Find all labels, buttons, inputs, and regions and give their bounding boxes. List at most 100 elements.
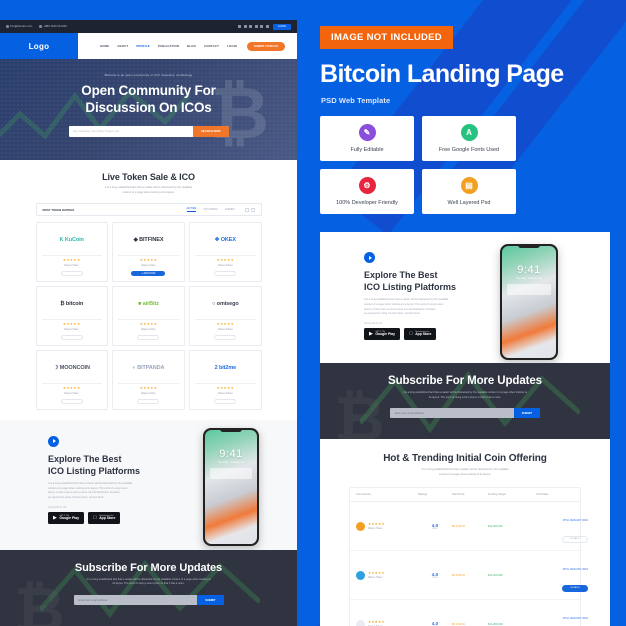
promo-app-store-badge[interactable]:  Download on theApp Store <box>403 327 437 340</box>
logo-text: Logo <box>28 41 50 51</box>
token-logo: K KuCoin <box>59 237 84 244</box>
grid-view-icon[interactable] <box>244 207 249 212</box>
promo-subscribe-title: Subscribe For More Updates <box>388 375 542 387</box>
trending-table: Coin Names Ratings Start Price Funding Targ… <box>349 487 588 626</box>
google-play-badge[interactable]: ▶ GET IT ON Google Play <box>48 511 84 524</box>
hero-search-bar[interactable]: Eg. Investing, Internship, Project, etc.… <box>68 125 229 137</box>
token-action-button[interactable] <box>214 398 237 404</box>
token-action-button[interactable] <box>60 398 83 404</box>
filter-upcoming[interactable]: UPCOMING <box>203 208 218 211</box>
ico-date: 15TH JANUARY 2019 <box>562 568 588 572</box>
filter-label: MOST TOKEN RATINGS <box>42 207 75 212</box>
token-stars: ★★★★★ <box>62 386 81 391</box>
subscribe-title: Subscribe For More Updates <box>74 561 223 574</box>
instagram-icon[interactable] <box>260 25 264 28</box>
promo-phone-notch <box>518 244 540 248</box>
apple-icon:  <box>93 515 97 521</box>
token-action-button[interactable] <box>214 334 237 340</box>
token-card-grid: K KuCoin ★★★★★ Rapus Token ◆ BITFINEX ★★★★★ R… <box>35 222 262 410</box>
coin-name: Rapus Token <box>368 575 383 579</box>
submit-ico-button[interactable]: SUBMIT YOUR ICO <box>246 41 286 51</box>
promo-play-icon[interactable] <box>364 252 375 263</box>
subscribe-email-input[interactable]: Enter your email address <box>73 595 198 605</box>
promo-phone-date: Tuesday, January 30 <box>516 277 542 280</box>
nav-item-about[interactable]: ABOUT <box>117 44 128 48</box>
promo-subscribe-desc: It is a long established fact that a rea… <box>320 391 610 400</box>
promo-phone-card <box>507 284 551 295</box>
token-card[interactable]: ■ airBitz ★★★★★ Rapus Token <box>112 286 185 346</box>
hero-search-input[interactable]: Eg. Investing, Internship, Project, etc. <box>69 129 194 133</box>
youtube-icon[interactable] <box>254 25 258 28</box>
table-row[interactable]: ★★★★★Rapus Token4.0RATE$0.03 ETH$11,200,… <box>350 600 588 626</box>
token-card[interactable]: ◐ BITPANDA ★★★★★ Rapus Token <box>112 350 185 410</box>
subscribe-submit-button[interactable]: SUBMIT <box>197 595 224 605</box>
app-store-badge[interactable]:  Download on theApp Store <box>87 511 121 524</box>
token-action-button[interactable] <box>137 334 160 340</box>
token-card[interactable]: ✥ OKEX ★★★★★ Rapus Token <box>189 222 262 282</box>
nav-item-login[interactable]: LOGIN <box>227 44 237 48</box>
list-view-icon[interactable] <box>250 207 255 212</box>
social-icons[interactable] <box>238 25 269 28</box>
rss-icon[interactable] <box>265 25 269 28</box>
promo-google-play-badge[interactable]: ▶ GET IT ON Google Play <box>364 327 400 340</box>
token-label: Rapus Token <box>218 263 233 267</box>
feature-box: ⚙ 100% Developer Friendly <box>320 169 414 214</box>
token-action-button[interactable] <box>60 334 83 340</box>
table-column-header: ICO Dates <box>536 493 549 497</box>
promo-explore-line1: Explore The Best <box>364 270 438 280</box>
card-divider <box>118 255 179 257</box>
nav-item-contact[interactable]: CONTACT <box>204 44 219 48</box>
details-button[interactable]: DETAILS <box>562 535 588 543</box>
topbar-login-button[interactable]: LOGIN <box>272 23 291 30</box>
gp-big: Google Play <box>59 515 79 520</box>
table-row[interactable]: ★★★★★Rapus Token4.0RATE$0.03 ETH$11,200,… <box>350 551 588 601</box>
token-section-desc: It is a long established fact that a rea… <box>0 186 297 195</box>
token-stars: ★★★★★ <box>139 322 158 327</box>
nav-item-blog[interactable]: BLOG <box>187 44 196 48</box>
coin-cell: ★★★★★Rapus Token <box>356 521 418 531</box>
token-action-button[interactable] <box>137 398 160 404</box>
google-play-icon: ▶ <box>53 514 57 521</box>
promo-subscribe-button[interactable]: SUBMIT <box>513 408 540 419</box>
details-button[interactable]: DETAILS <box>562 584 588 592</box>
promo-subscribe-input[interactable]: Enter your email address <box>390 408 514 419</box>
site-logo[interactable]: Logo <box>0 33 78 59</box>
token-logo: ○ omisego <box>212 301 239 308</box>
left-preview-column: info@domain.com +880 1620 012345 LOGIN L… <box>0 20 297 626</box>
explore-title-line2: ICO Listing Platforms <box>48 465 141 476</box>
token-card[interactable]: 2 bit2me ★★★★★ Rapus Token <box>189 350 262 410</box>
coin-cell: ★★★★★Rapus Token <box>356 570 418 580</box>
explore-title: Explore The Best ICO Listing Platforms <box>48 453 297 477</box>
token-action-button[interactable] <box>214 270 237 276</box>
promo-available-label: AVAILABLE ON <box>364 322 383 325</box>
token-add-button[interactable]: + ADD NOW <box>131 270 166 276</box>
action-cell: 15TH JANUARY 2019 DETAILS <box>536 606 588 626</box>
token-card[interactable]: ◆ BITFINEX ★★★★★ Rapus Token + ADD NOW <box>112 222 185 282</box>
token-stars: ★★★★★ <box>62 322 81 327</box>
rating-cell: 4.0RATE <box>418 621 452 626</box>
token-card[interactable]: ₿ bitcoin ★★★★★ Rapus Token <box>35 286 108 346</box>
linkedin-icon[interactable] <box>249 25 253 28</box>
nav-item-home[interactable]: HOME <box>100 44 109 48</box>
coin-name: Rapus Token <box>368 526 383 530</box>
twitter-icon[interactable] <box>243 25 247 28</box>
nav-item-publication[interactable]: PUBLICATION <box>158 44 179 48</box>
hero-search-button[interactable]: SEARCH NOW <box>193 125 229 137</box>
topbar-phone[interactable]: +880 1620 012345 <box>39 25 67 28</box>
coin-icon <box>356 619 365 626</box>
play-button-icon[interactable] <box>48 435 59 447</box>
nav-item-profile[interactable]: PROFILE <box>136 44 150 48</box>
token-sale-section: Live Token Sale & ICO It is a long estab… <box>0 160 297 420</box>
token-card[interactable]: ☽ MOONCOIN ★★★★★ Rapus Token <box>35 350 108 410</box>
facebook-icon[interactable] <box>238 25 242 28</box>
promo-store-badges: ▶ GET IT ONGoogle Play  Download on the… <box>364 327 610 340</box>
phone-date: Tuesday, January 30 <box>218 460 244 464</box>
token-action-button[interactable] <box>60 270 83 276</box>
topbar-email[interactable]: info@domain.com <box>6 25 32 28</box>
token-card[interactable]: ○ omisego ★★★★★ Rapus Token <box>189 286 262 346</box>
token-card[interactable]: K KuCoin ★★★★★ Rapus Token <box>35 222 108 282</box>
filter-active[interactable]: ACTIVE <box>186 207 197 213</box>
promo-explore-line2: ICO Listing Platforms <box>364 282 457 293</box>
table-row[interactable]: ★★★★★Rapus Token4.0RATE$0.03 ETH$11,200,… <box>350 502 588 552</box>
filter-ended[interactable]: ENDED <box>225 208 234 211</box>
